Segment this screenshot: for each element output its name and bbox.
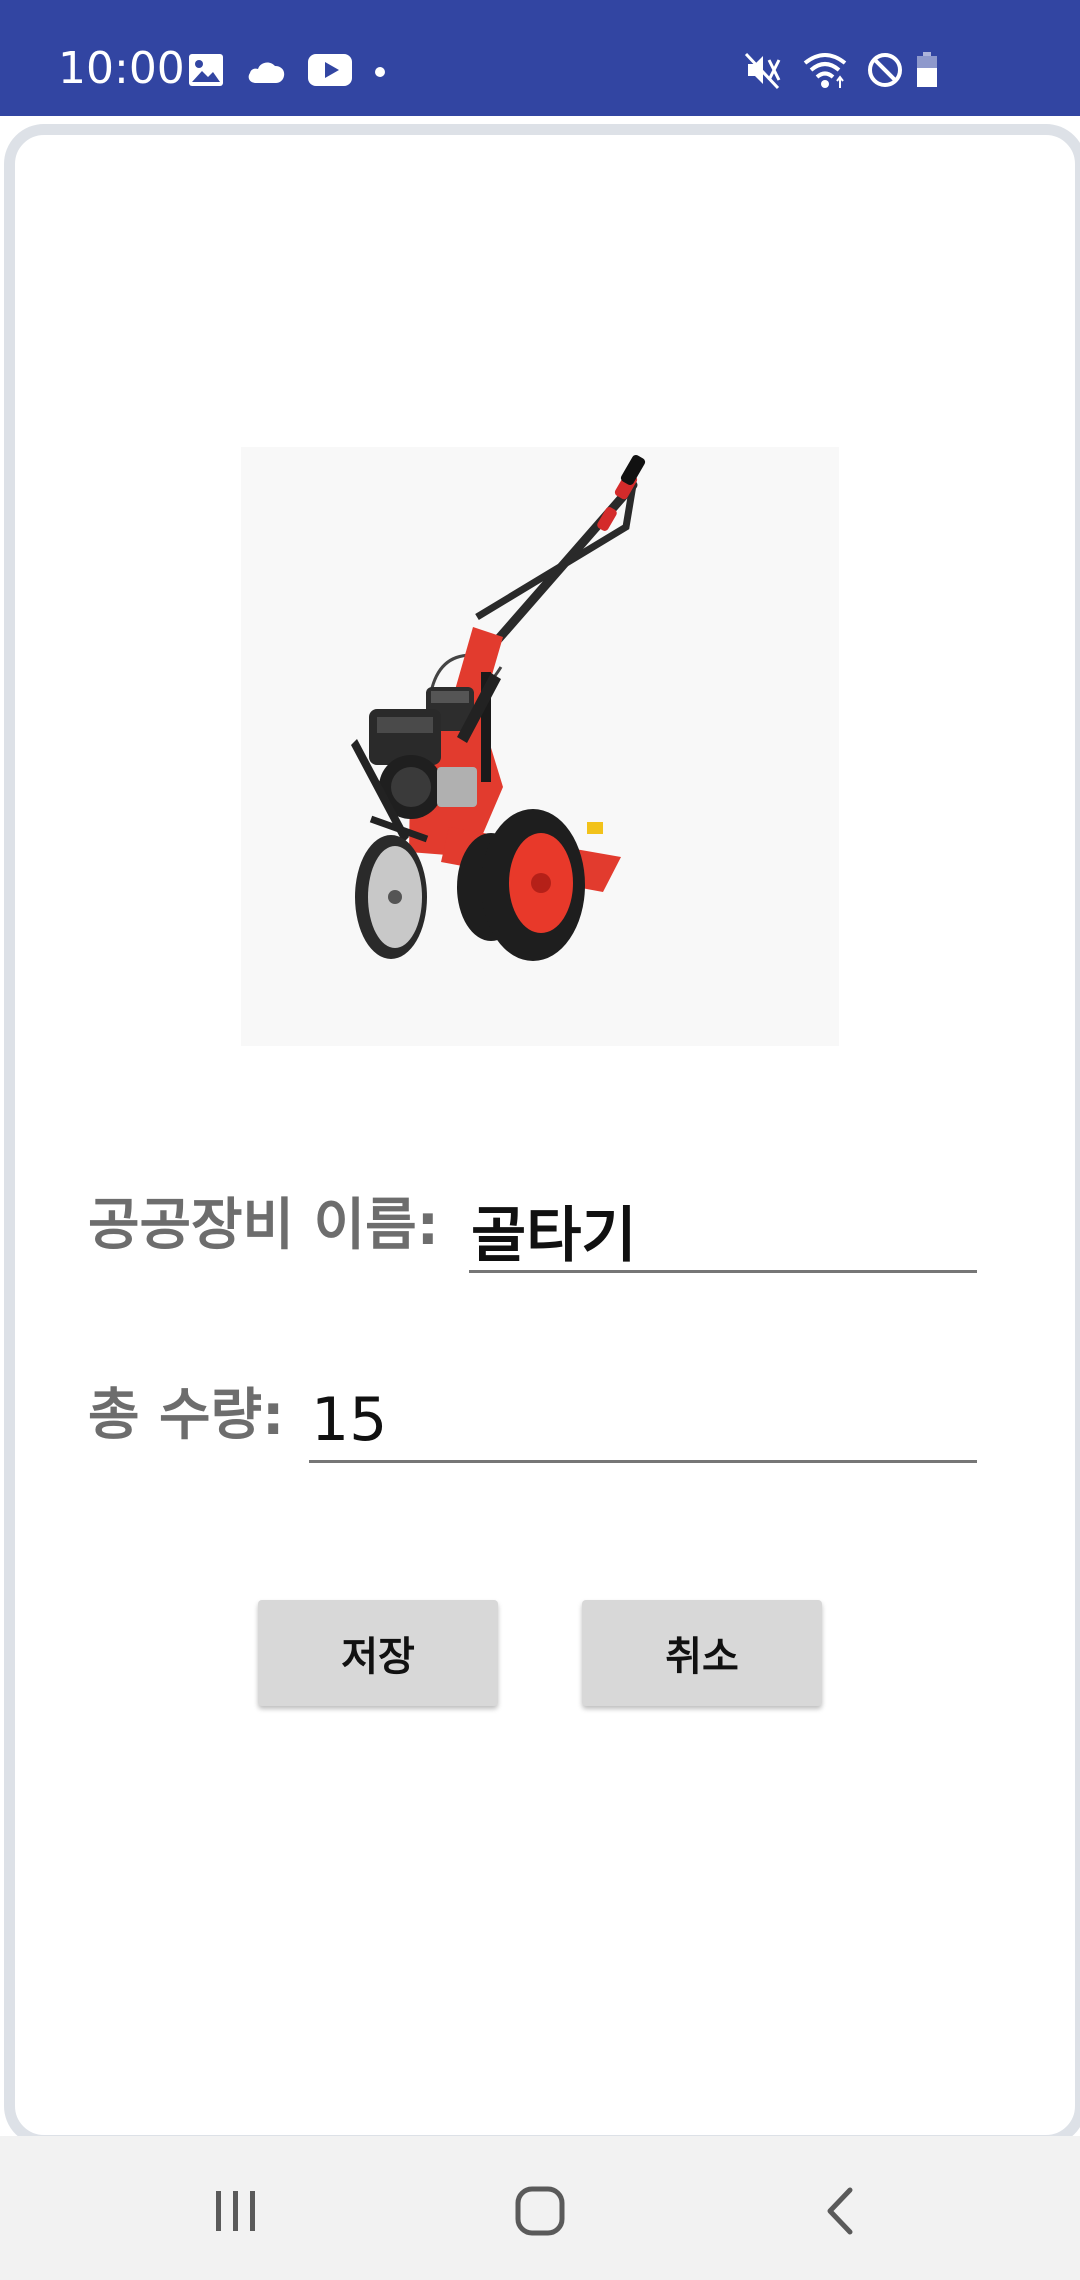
status-bar: 10:00 — [0, 0, 1080, 116]
status-right-icons — [744, 50, 937, 94]
recent-apps-icon[interactable] — [186, 2176, 286, 2246]
rotary-tiller-image — [241, 447, 839, 1046]
total-quantity-label: 총 수량: — [88, 1383, 285, 1448]
status-left-icons — [188, 52, 386, 92]
save-button[interactable]: 저장 — [258, 1600, 498, 1706]
status-time: 10:00 — [58, 43, 185, 94]
navigation-bar — [0, 2136, 1080, 2280]
content-card — [4, 124, 1080, 2146]
cancel-button[interactable]: 취소 — [582, 1600, 822, 1706]
total-quantity-row: 총 수량: — [88, 1380, 978, 1463]
youtube-icon — [308, 54, 352, 90]
block-icon — [866, 51, 904, 93]
mute-icon — [744, 50, 784, 94]
equipment-name-label: 공공장비 이름: — [88, 1193, 440, 1258]
cloud-icon — [246, 56, 286, 88]
back-icon[interactable] — [790, 2176, 890, 2246]
battery-icon — [916, 52, 938, 92]
wifi-icon — [802, 50, 848, 94]
equipment-name-input[interactable] — [469, 1190, 977, 1273]
home-icon[interactable] — [490, 2176, 590, 2246]
dot-icon — [374, 63, 386, 82]
image-icon — [188, 53, 224, 91]
total-quantity-input[interactable] — [309, 1380, 977, 1463]
equipment-name-row: 공공장비 이름: — [88, 1190, 978, 1273]
